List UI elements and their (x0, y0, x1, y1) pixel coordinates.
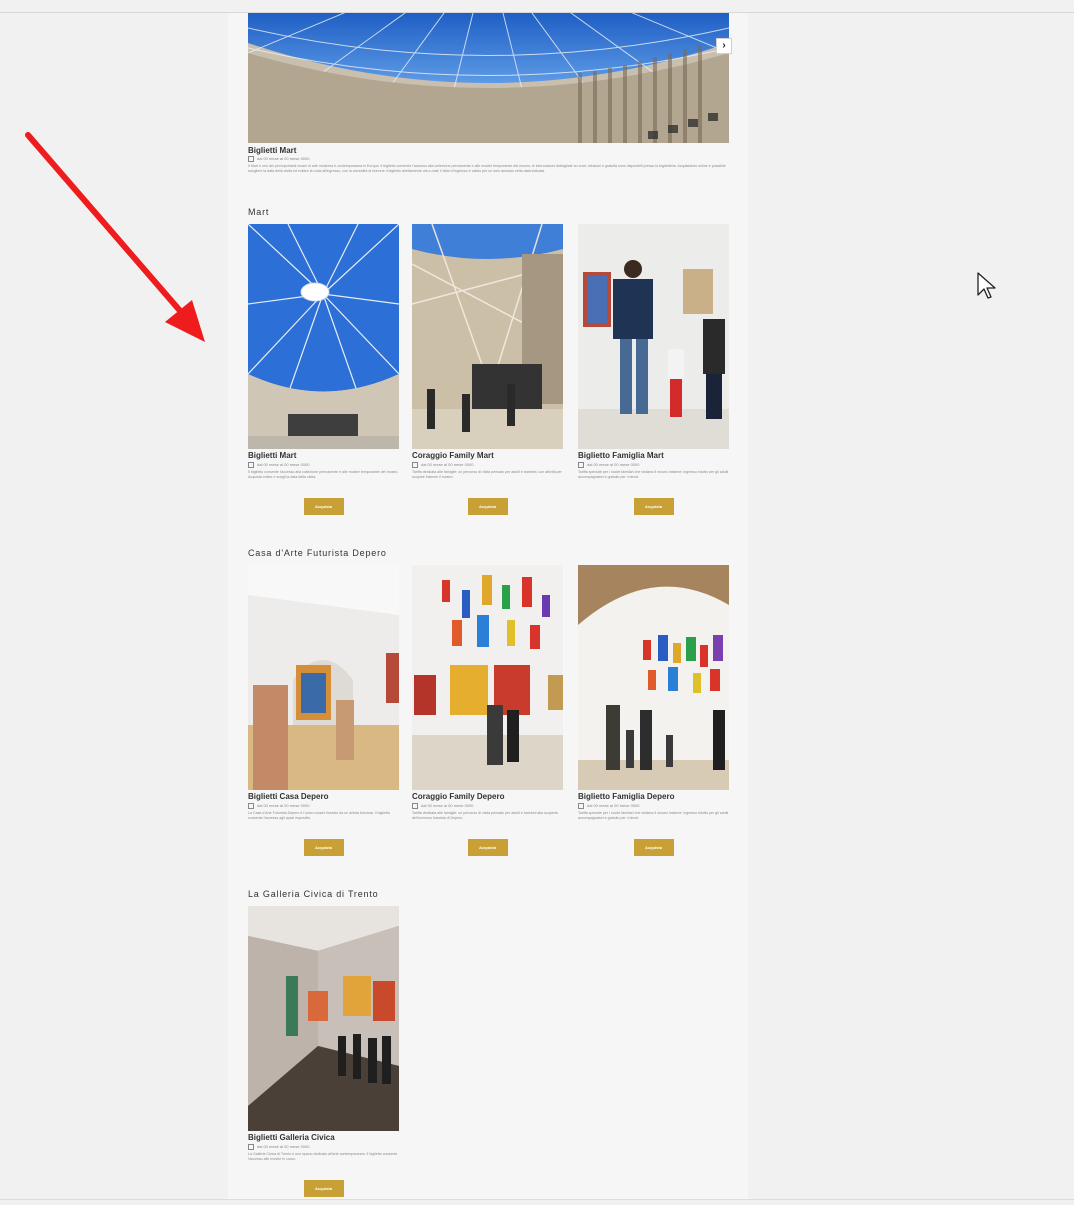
calendar-icon (248, 1144, 254, 1150)
calendar-icon (412, 462, 418, 468)
calendar-icon (578, 803, 584, 809)
buy-button[interactable]: Acquista (303, 1180, 344, 1197)
chevron-right-icon: › (722, 40, 726, 51)
card-description: Tariffa speciale per i nuclei familiari … (578, 470, 729, 480)
card-image-depero-hall[interactable] (248, 565, 399, 790)
card-title: Biglietto Famiglia Mart (578, 451, 664, 460)
calendar-icon (248, 803, 254, 809)
card-date: dal 00 mese al 00 mese 0000 (578, 462, 729, 468)
annotation-arrow-icon (25, 132, 205, 342)
card-title: Biglietti Mart (248, 451, 297, 460)
card-date: dal 00 mese al 00 mese 0000 (248, 1144, 399, 1150)
carousel-next-button[interactable]: › (716, 38, 732, 54)
card-date-text: dal 00 mese al 00 mese 0000 (421, 462, 474, 468)
product-card: Biglietti Galleria Civica dal 00 mese al… (248, 906, 399, 1197)
section-title-mart: Mart (248, 207, 270, 217)
hero-title: Biglietti Mart (248, 146, 297, 155)
card-date: dal 00 mese al 00 mese 0000 (412, 462, 563, 468)
card-image-courtyard[interactable] (412, 224, 563, 449)
card-image-galleria[interactable] (248, 906, 399, 1131)
card-date-text: dal 00 mese al 00 mese 0000 (257, 803, 310, 809)
product-card: Coraggio Family Depero dal 00 mese al 00… (412, 565, 563, 856)
buy-button[interactable]: Acquista (467, 839, 508, 856)
hero-description: Il Mart è uno dei più importanti musei d… (248, 164, 726, 174)
buy-button[interactable]: Acquista (303, 498, 344, 515)
section-title-galleria-civica: La Galleria Civica di Trento (248, 889, 379, 899)
buy-button[interactable]: Acquista (303, 839, 344, 856)
card-title: Biglietti Galleria Civica (248, 1133, 335, 1142)
card-date-text: dal 00 mese al 00 mese 0000 (257, 462, 310, 468)
card-date: dal 00 mese al 00 mese 0000 (412, 803, 563, 809)
card-date: dal 00 mese al 00 mese 0000 (248, 803, 399, 809)
calendar-icon (248, 462, 254, 468)
product-card: Coraggio Family Mart dal 00 mese al 00 m… (412, 224, 563, 515)
card-title: Coraggio Family Mart (412, 451, 494, 460)
card-date-text: dal 00 mese al 00 mese 0000 (257, 1144, 310, 1150)
product-card: Biglietto Famiglia Depero dal 00 mese al… (578, 565, 729, 856)
hero-date: dal 00 mese al 00 mese 0000 (248, 156, 309, 162)
calendar-icon (412, 803, 418, 809)
product-card: Biglietti Mart dal 00 mese al 00 mese 00… (248, 224, 399, 515)
card-description: Tariffa speciale per i nuclei familiari … (578, 811, 729, 821)
card-date-text: dal 00 mese al 00 mese 0000 (421, 803, 474, 809)
card-description: Tariffa dedicata alle famiglie: un perco… (412, 470, 562, 480)
mouse-cursor-icon (977, 272, 996, 299)
card-title: Biglietti Casa Depero (248, 792, 329, 801)
card-date: dal 00 mese al 00 mese 0000 (578, 803, 729, 809)
bottom-divider (0, 1199, 1074, 1200)
card-description: Tariffa dedicata alle famiglie: un perco… (412, 811, 558, 821)
card-date: dal 00 mese al 00 mese 0000 (248, 462, 399, 468)
card-image-depero-arch[interactable] (578, 565, 729, 790)
buy-button[interactable]: Acquista (633, 498, 674, 515)
card-image-family[interactable] (578, 224, 729, 449)
dome-image (248, 13, 729, 143)
card-date-text: dal 00 mese al 00 mese 0000 (587, 462, 640, 468)
hero-carousel-image[interactable] (248, 13, 729, 143)
buy-button[interactable]: Acquista (633, 839, 674, 856)
product-card: Biglietti Casa Depero dal 00 mese al 00 … (248, 565, 399, 856)
section-title-depero: Casa d'Arte Futurista Depero (248, 548, 387, 558)
calendar-icon (578, 462, 584, 468)
calendar-icon (248, 156, 254, 162)
card-description: La Casa d'Arte Futurista Depero è l'unic… (248, 811, 391, 821)
hero-date-text: dal 00 mese al 00 mese 0000 (257, 156, 310, 162)
card-image-dome[interactable] (248, 224, 399, 449)
card-date-text: dal 00 mese al 00 mese 0000 (587, 803, 640, 809)
card-title: Coraggio Family Depero (412, 792, 505, 801)
card-image-depero-wall[interactable] (412, 565, 563, 790)
buy-button[interactable]: Acquista (467, 498, 508, 515)
card-title: Biglietto Famiglia Depero (578, 792, 675, 801)
product-card: Biglietto Famiglia Mart dal 00 mese al 0… (578, 224, 729, 515)
card-description: La Galleria Civica di Trento è uno spazi… (248, 1152, 398, 1162)
card-description: Il biglietto consente l'accesso alla col… (248, 470, 399, 480)
